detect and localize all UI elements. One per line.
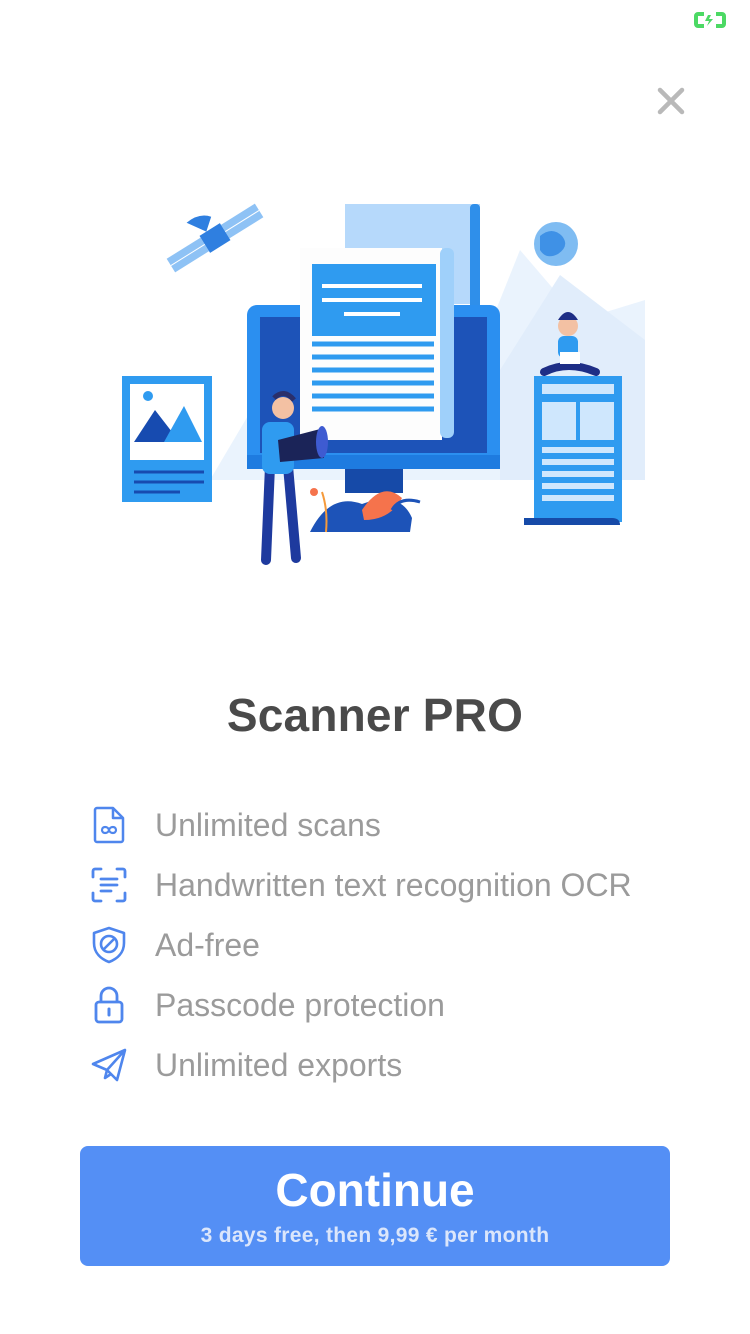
feature-unlimited-scans: Unlimited scans bbox=[88, 795, 708, 855]
document-scanning-illustration bbox=[100, 180, 660, 580]
infinite-document-icon bbox=[88, 804, 130, 846]
paper-plane-icon bbox=[88, 1044, 130, 1086]
feature-passcode: Passcode protection bbox=[88, 975, 708, 1035]
battery-charging-icon bbox=[694, 12, 728, 28]
close-icon bbox=[657, 87, 685, 115]
lock-icon bbox=[88, 984, 130, 1026]
trial-price-label: 3 days free, then 9,99 € per month bbox=[200, 1224, 550, 1247]
feature-label: Ad-free bbox=[155, 926, 260, 963]
continue-button[interactable]: Continue 3 days free, then 9,99 € per mo… bbox=[80, 1146, 670, 1266]
close-button[interactable] bbox=[648, 78, 694, 124]
shield-block-icon bbox=[88, 924, 130, 966]
continue-label: Continue bbox=[275, 1164, 475, 1216]
feature-label: Handwritten text recognition OCR bbox=[155, 866, 632, 903]
feature-exports: Unlimited exports bbox=[88, 1035, 708, 1095]
feature-ad-free: Ad-free bbox=[88, 915, 708, 975]
page-title: Scanner PRO bbox=[226, 689, 524, 741]
feature-label: Passcode protection bbox=[155, 986, 445, 1023]
text-scan-icon bbox=[88, 864, 130, 906]
feature-label: Unlimited scans bbox=[155, 806, 381, 843]
feature-label: Unlimited exports bbox=[155, 1046, 403, 1083]
feature-list: Unlimited scans Handwritten text recogni… bbox=[88, 795, 708, 1095]
feature-ocr: Handwritten text recognition OCR bbox=[88, 855, 708, 915]
